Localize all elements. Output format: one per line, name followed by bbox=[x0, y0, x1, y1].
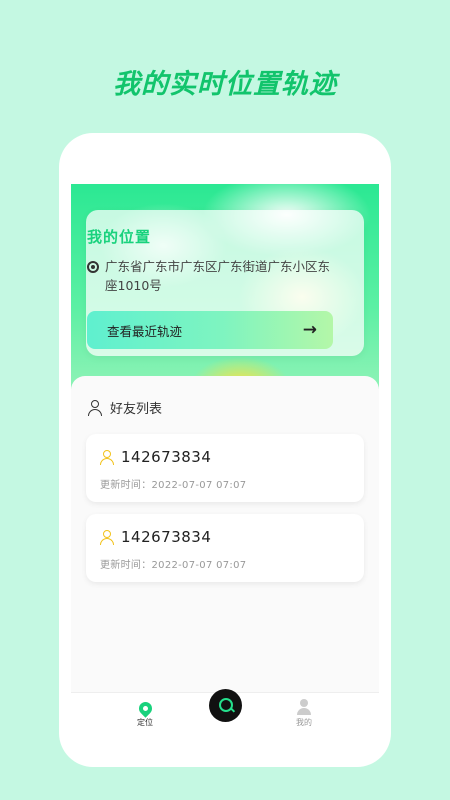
friend-card[interactable]: 142673834 更新时间：2022-07-07 07:07 bbox=[86, 434, 364, 502]
friend-id: 142673834 bbox=[121, 528, 212, 546]
friend-list-title: 好友列表 bbox=[110, 402, 163, 417]
user-icon bbox=[100, 529, 114, 545]
view-recent-track-label: 查看最近轨迹 bbox=[107, 323, 183, 339]
my-location-title: 我的位置 bbox=[87, 228, 152, 246]
user-icon bbox=[100, 449, 114, 465]
location-target-icon bbox=[87, 261, 99, 273]
friend-update-time: 更新时间：2022-07-07 07:07 bbox=[100, 560, 247, 571]
tab-location-label: 定位 bbox=[137, 718, 153, 727]
friend-id-row: 142673834 bbox=[100, 528, 211, 546]
friend-id-row: 142673834 bbox=[100, 448, 211, 466]
view-recent-track-button[interactable]: 查看最近轨迹 → bbox=[87, 311, 333, 349]
tab-mine-label: 我的 bbox=[296, 718, 312, 727]
friend-list-header: 好友列表 bbox=[88, 398, 162, 417]
center-search-button[interactable] bbox=[209, 689, 242, 722]
phone-frame: 我的位置 广东省广东市广东区广东街道广东小区东座1010号 查看最近轨迹 → 好… bbox=[59, 133, 391, 767]
address-text: 广东省广东市广东区广东街道广东小区东座1010号 bbox=[105, 259, 331, 293]
tab-mine[interactable]: 我的 bbox=[284, 699, 324, 728]
tab-location[interactable]: 定位 bbox=[125, 699, 165, 728]
arrow-right-icon: → bbox=[302, 320, 317, 340]
address-row: 广东省广东市广东区广东街道广东小区东座1010号 bbox=[87, 257, 335, 295]
friend-list-panel: 好友列表 142673834 更新时间：2022-07-07 07:07 142… bbox=[71, 376, 379, 696]
friend-update-time: 更新时间：2022-07-07 07:07 bbox=[100, 480, 247, 491]
app-screen: 我的位置 广东省广东市广东区广东街道广东小区东座1010号 查看最近轨迹 → 好… bbox=[71, 184, 379, 740]
bottom-tab-bar: 定位 我的 bbox=[71, 689, 379, 740]
location-pin-icon bbox=[135, 699, 155, 718]
promo-title: 我的实时位置轨迹 bbox=[113, 69, 337, 100]
friend-id: 142673834 bbox=[121, 448, 212, 466]
user-icon bbox=[297, 699, 311, 715]
friend-card[interactable]: 142673834 更新时间：2022-07-07 07:07 bbox=[86, 514, 364, 582]
friends-icon bbox=[88, 399, 104, 416]
